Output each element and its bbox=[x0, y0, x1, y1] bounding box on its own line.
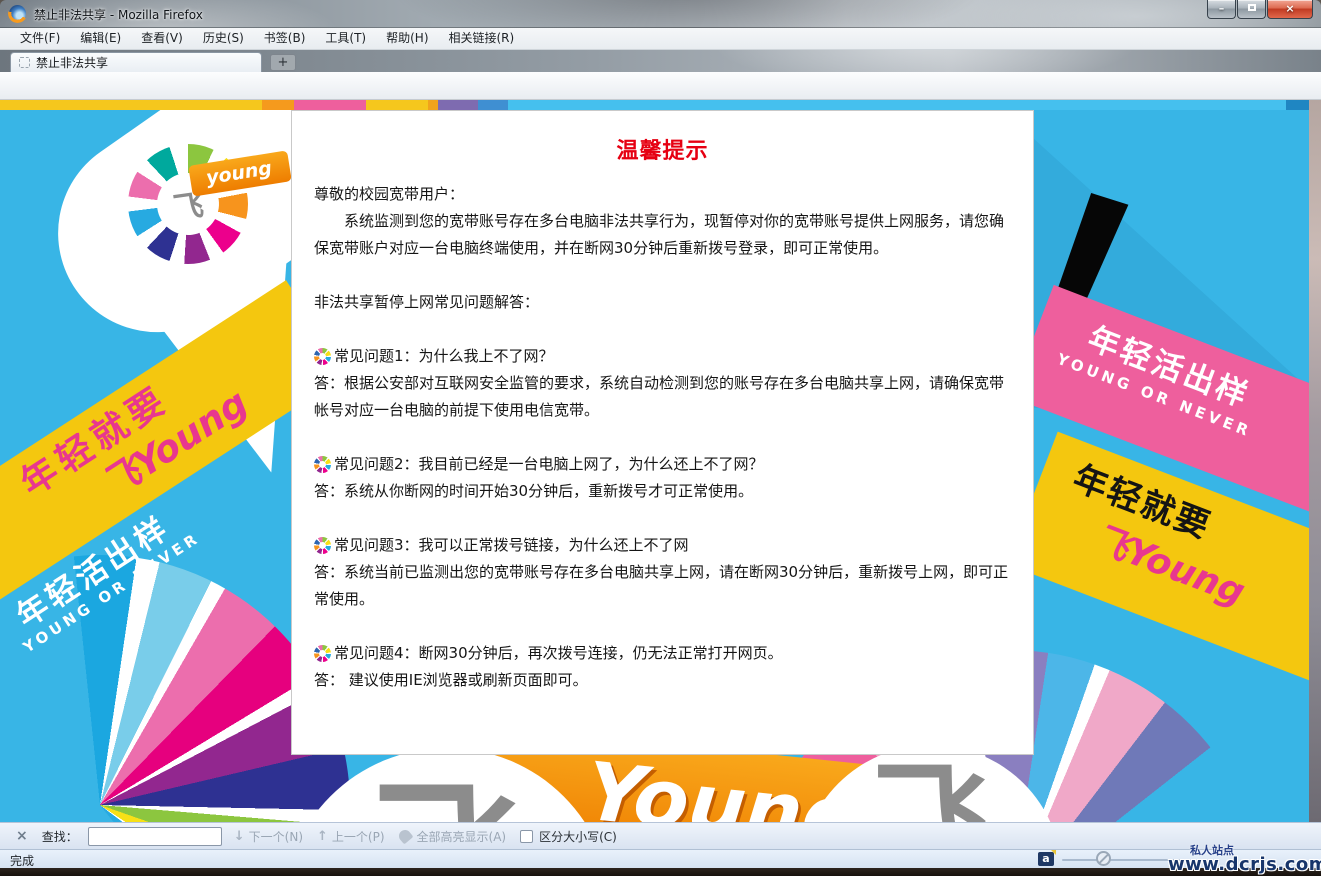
watermark: 私人站点 www.dcrjs.com bbox=[1168, 842, 1313, 875]
restore-button[interactable] bbox=[1237, 0, 1266, 19]
watermark-url: www.dcrjs.com bbox=[1168, 854, 1321, 875]
menu-history[interactable]: 历史(S) bbox=[193, 28, 254, 49]
faq-item: 常见问题3：我可以正常拨号链接，为什么还上不了网 答：系统当前已监测出您的宽带账… bbox=[314, 532, 1011, 613]
intro-text: 系统监测到您的宽带账号存在多台电脑非法共享行为，现暂停对你的宽带账号提供上网服务… bbox=[314, 208, 1011, 262]
minimize-button[interactable]: – bbox=[1207, 0, 1236, 19]
faq-question: 常见问题4：断网30分钟后，再次拨号连接，仍无法正常打开网页。 bbox=[334, 640, 783, 667]
tab-strip: 禁止非法共享 + bbox=[0, 50, 1321, 72]
tab-favicon-placeholder-icon bbox=[19, 57, 30, 68]
faq-item: 常见问题2：我目前已经是一台电脑上网了，为什么还上不了网？ 答：系统从你断网的时… bbox=[314, 451, 1011, 505]
faq-answer: 答：系统当前已监测出您的宽带账号存在多台电脑共享上网，请在断网30分钟后，重新拨… bbox=[314, 559, 1011, 613]
menu-bookmarks[interactable]: 书签(B) bbox=[254, 28, 316, 49]
find-input[interactable] bbox=[88, 827, 222, 846]
highlight-pen-icon[interactable] bbox=[396, 828, 413, 845]
top-color-stripe bbox=[0, 100, 1309, 110]
close-button[interactable]: × bbox=[1267, 0, 1313, 19]
findbar-close-icon[interactable]: × bbox=[16, 828, 28, 844]
new-tab-button[interactable]: + bbox=[270, 54, 296, 71]
faq-answer: 答：根据公安部对互联网安全监管的要求，系统自动检测到您的账号存在多台电脑共享上网… bbox=[314, 370, 1011, 424]
zoom-text-icon[interactable]: a bbox=[1038, 852, 1054, 866]
page-viewport: 飞 young 年轻就要 飞Young 年轻活出样 YOUNG OR NEVER… bbox=[0, 100, 1321, 822]
pinwheel-bullet-icon bbox=[314, 645, 331, 662]
tab-active[interactable]: 禁止非法共享 bbox=[10, 52, 262, 72]
find-prev-button[interactable]: 上一个(P) bbox=[332, 828, 385, 845]
find-prev-arrow-icon[interactable]: ↑ bbox=[317, 829, 328, 844]
tab-label: 禁止非法共享 bbox=[36, 54, 108, 71]
pinwheel-bullet-icon bbox=[314, 456, 331, 473]
greeting-text: 尊敬的校园宽带用户： bbox=[314, 181, 1011, 208]
faq-question: 常见问题2：我目前已经是一台电脑上网了，为什么还上不了网？ bbox=[334, 451, 764, 478]
match-case-checkbox[interactable] bbox=[520, 830, 533, 843]
highlight-all-button[interactable]: 全部高亮显示(A) bbox=[417, 828, 507, 845]
title-bar[interactable]: 禁止非法共享 - Mozilla Firefox – × bbox=[0, 0, 1321, 28]
menu-related-links[interactable]: 相关链接(R) bbox=[439, 28, 525, 49]
menu-bar: 文件(F) 编辑(E) 查看(V) 历史(S) 书签(B) 工具(T) 帮助(H… bbox=[0, 28, 1321, 50]
faq-question: 常见问题3：我可以正常拨号链接，为什么还上不了网 bbox=[334, 532, 689, 559]
firefox-icon bbox=[9, 5, 26, 22]
zoom-slider-knob[interactable] bbox=[1096, 851, 1111, 866]
notice-title: 温馨提示 bbox=[314, 133, 1011, 165]
faq-item: 常见问题1：为什么我上不了网？ 答：根据公安部对互联网安全监管的要求，系统自动检… bbox=[314, 343, 1011, 424]
zoom-slider-track[interactable] bbox=[1062, 859, 1180, 861]
menu-file[interactable]: 文件(F) bbox=[10, 28, 70, 49]
menu-help[interactable]: 帮助(H) bbox=[376, 28, 438, 49]
faq-item: 常见问题4：断网30分钟后，再次拨号连接，仍无法正常打开网页。 答： 建议使用I… bbox=[314, 640, 1011, 694]
faq-question: 常见问题1：为什么我上不了网？ bbox=[334, 343, 554, 370]
match-case-label[interactable]: 区分大小写(C) bbox=[539, 828, 617, 845]
browser-window: 禁止非法共享 - Mozilla Firefox – × 文件(F) 编辑(E)… bbox=[0, 0, 1321, 876]
background-photo-strip bbox=[1309, 100, 1321, 822]
findbar-label: 查找： bbox=[42, 828, 78, 845]
status-bar: 完成 a 私人站点 www.dcrjs.com bbox=[0, 849, 1321, 868]
status-text: 完成 bbox=[10, 852, 34, 869]
menu-edit[interactable]: 编辑(E) bbox=[70, 28, 131, 49]
find-next-button[interactable]: 下一个(N) bbox=[249, 828, 303, 845]
faq-answer: 答：系统从你断网的时间开始30分钟后，重新拨号才可正常使用。 bbox=[314, 478, 1011, 505]
find-next-arrow-icon[interactable]: ↓ bbox=[234, 829, 245, 844]
window-bottom-edge bbox=[0, 868, 1321, 876]
menu-view[interactable]: 查看(V) bbox=[131, 28, 193, 49]
navigation-bar: ← → http://www.dcrjs.com/ ☆ ▼ ↻ ▼ Google… bbox=[0, 72, 1321, 100]
faq-answer: 答： 建议使用IE浏览器或刷新页面即可。 bbox=[314, 667, 1011, 694]
menu-tools[interactable]: 工具(T) bbox=[315, 28, 376, 49]
find-bar: × 查找： ↓ 下一个(N) ↑ 上一个(P) 全部高亮显示(A) 区分大小写(… bbox=[0, 822, 1321, 849]
pinwheel-bullet-icon bbox=[314, 537, 331, 554]
window-title: 禁止非法共享 - Mozilla Firefox bbox=[34, 6, 203, 23]
notice-panel: 温馨提示 尊敬的校园宽带用户： 系统监测到您的宽带账号存在多台电脑非法共享行为，… bbox=[291, 110, 1034, 755]
pinwheel-bullet-icon bbox=[314, 348, 331, 365]
faq-heading: 非法共享暂停上网常见问题解答： bbox=[314, 289, 1011, 316]
restore-icon bbox=[1248, 4, 1256, 11]
